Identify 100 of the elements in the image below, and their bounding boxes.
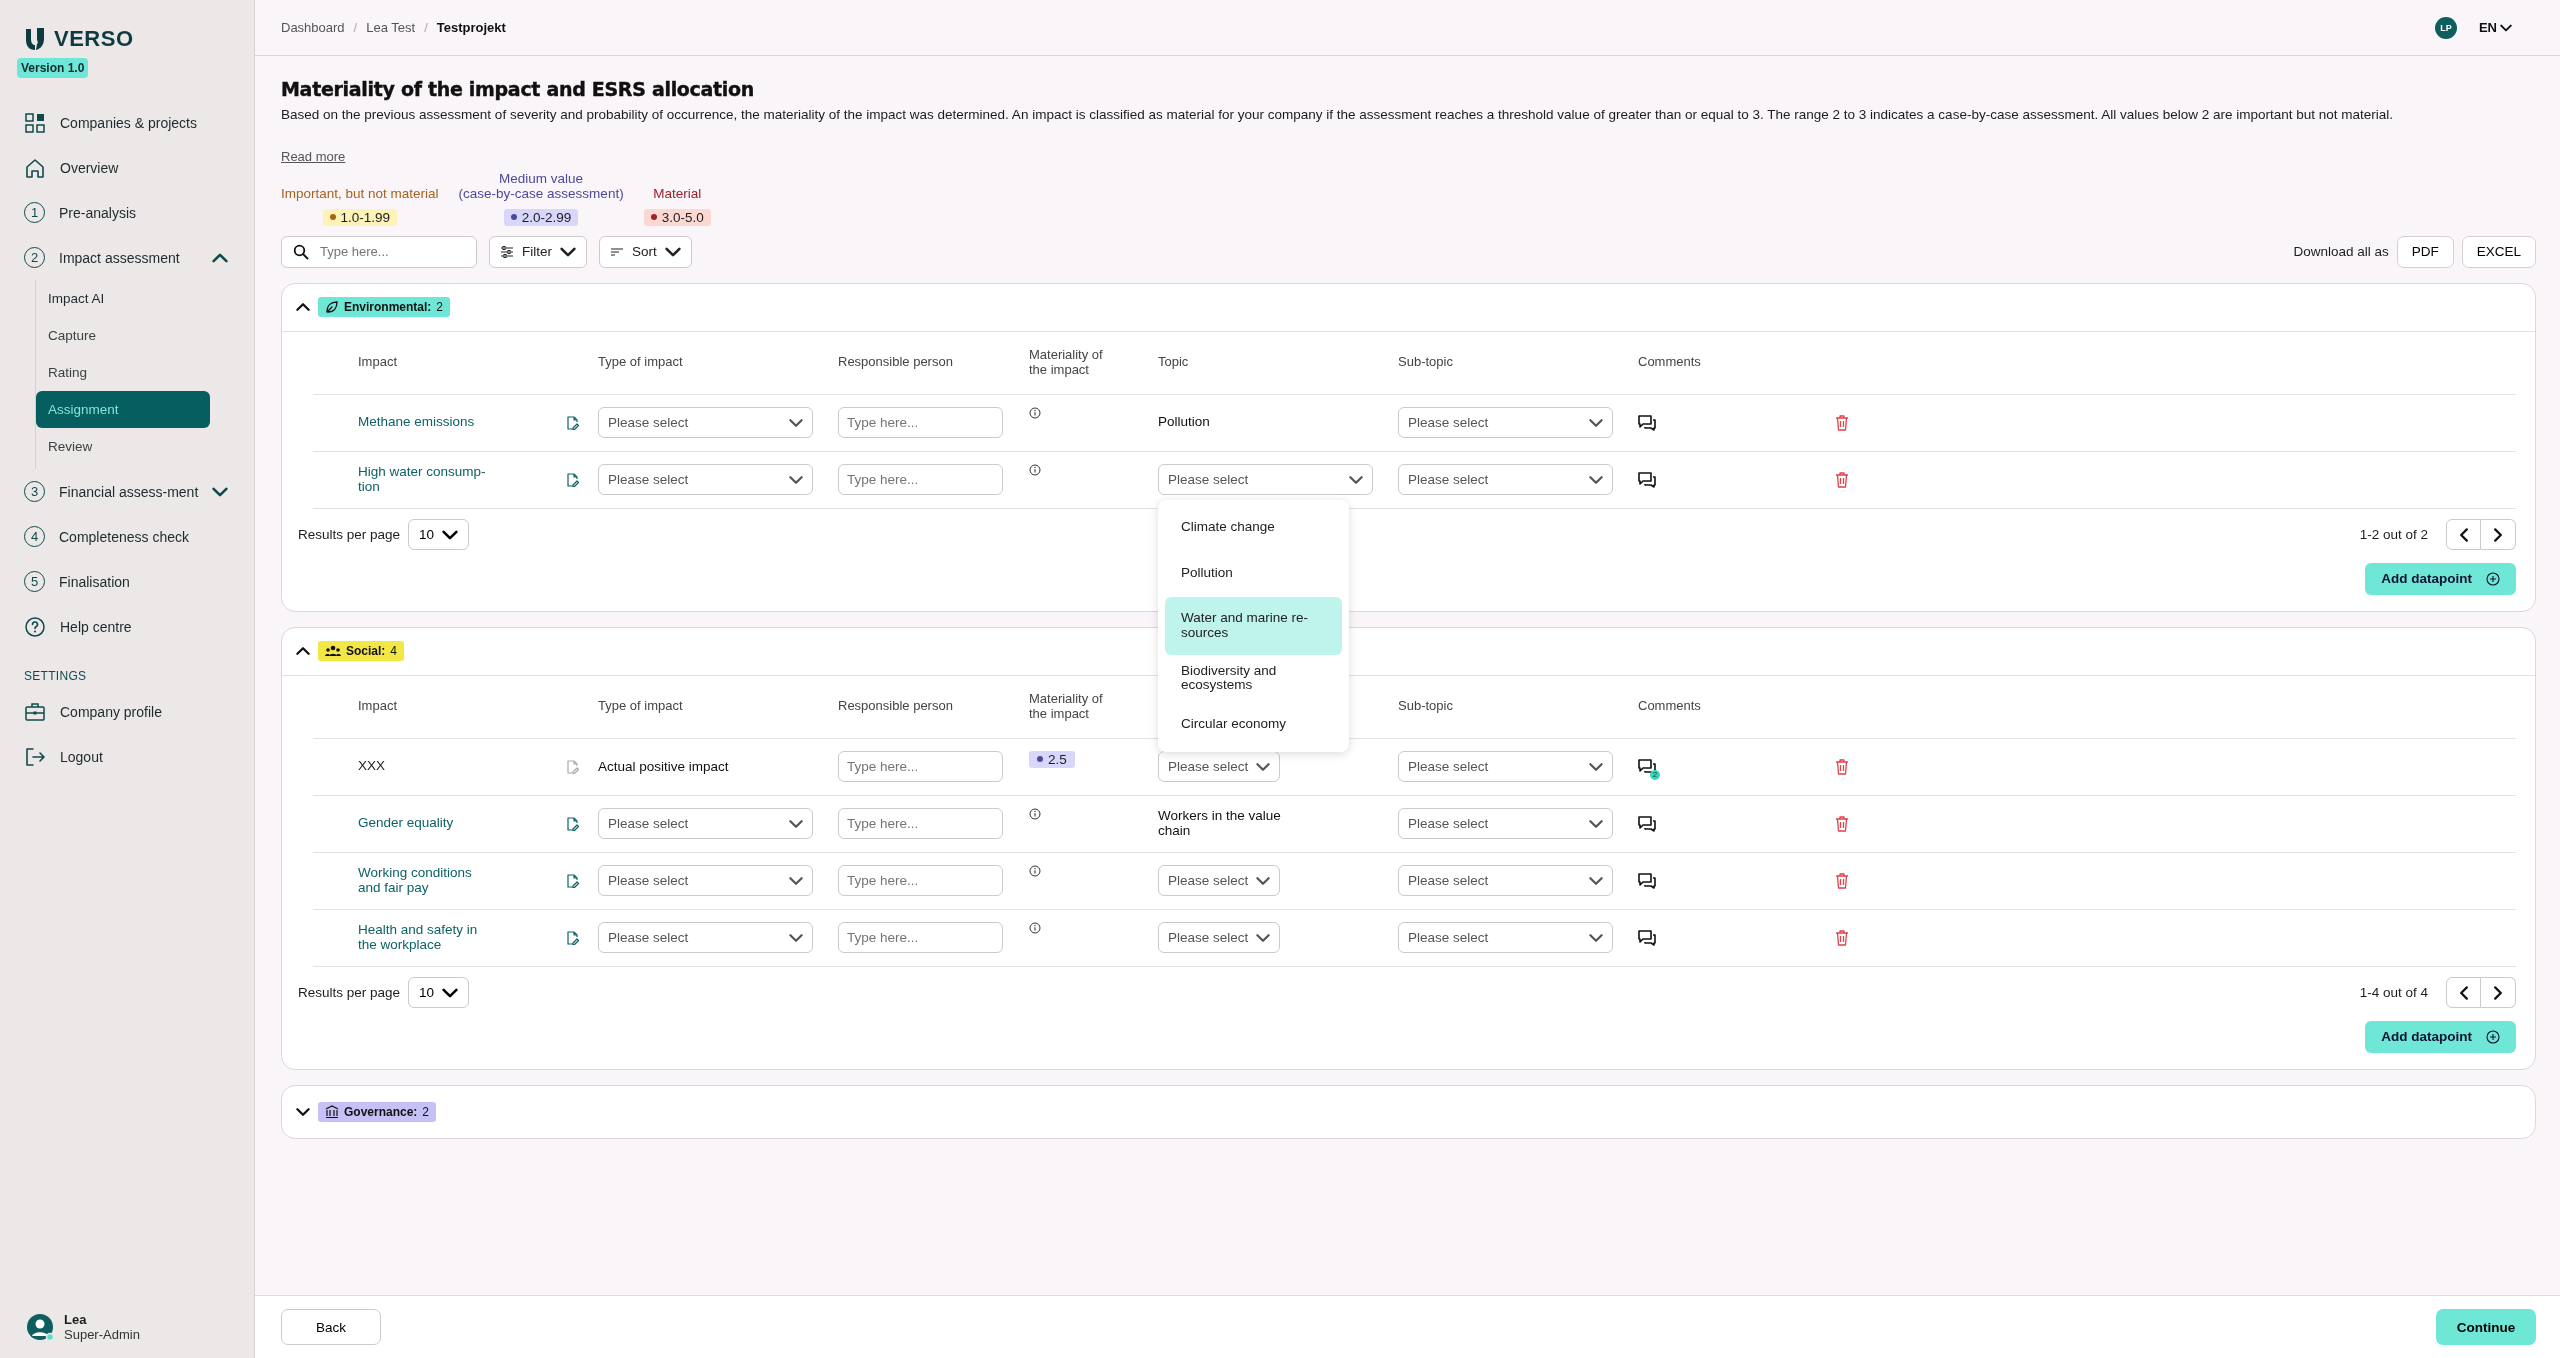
page-title: Materiality of the impact and ESRS allocation — [281, 78, 756, 100]
trash-icon[interactable] — [1835, 758, 1849, 775]
info-icon[interactable] — [1029, 921, 1041, 934]
impact-link[interactable]: Health and safety in the workplace — [358, 923, 498, 952]
document-edit-icon[interactable] — [566, 930, 580, 945]
breadcrumb-separator: / — [424, 20, 428, 35]
nav-item[interactable]: 3 Financial assess-ment — [24, 469, 210, 514]
trash-icon[interactable] — [1835, 471, 1849, 488]
read-more-link[interactable]: Read more — [281, 148, 346, 164]
select-field[interactable]: Please select — [598, 865, 813, 897]
breadcrumb-link[interactable]: Dashboard — [281, 20, 345, 35]
nav-item[interactable]: Capture — [36, 317, 210, 354]
info-icon[interactable] — [1029, 864, 1041, 877]
select-field[interactable]: Please select — [1398, 464, 1613, 496]
select-field[interactable]: Please select — [598, 464, 813, 496]
dropdown-option[interactable]: Climate change — [1165, 504, 1342, 551]
download-label: Download all as — [2293, 244, 2389, 260]
select-field[interactable]: Please select — [1398, 922, 1613, 954]
select-field[interactable]: Please select — [598, 407, 813, 439]
back-button[interactable]: Back — [281, 1309, 381, 1345]
column-header: Impact — [358, 699, 398, 714]
comments-icon[interactable] — [1638, 414, 1656, 431]
language-select[interactable]: EN — [2478, 20, 2512, 35]
nav-item[interactable]: 1 Pre-analysis — [24, 190, 230, 235]
comments-icon[interactable] — [1638, 815, 1656, 832]
nav-item[interactable]: Overview — [24, 145, 230, 190]
text-input[interactable]: Type here... — [838, 751, 1003, 783]
dropdown-option[interactable]: Pollution — [1165, 550, 1342, 597]
previous-page-button[interactable] — [2446, 977, 2481, 1009]
nav-item[interactable]: 5 Finalisation — [24, 559, 230, 604]
trash-icon[interactable] — [1835, 815, 1849, 832]
select-field[interactable]: Please select — [598, 922, 813, 954]
select-field[interactable]: Please select — [1398, 407, 1613, 439]
next-page-button[interactable] — [2481, 977, 2516, 1009]
breadcrumb-link[interactable]: Lea Test — [366, 20, 416, 35]
impact-link[interactable]: High water consump-tion — [358, 465, 498, 494]
download-button[interactable]: PDF — [2396, 235, 2454, 268]
select-field[interactable]: Please select — [1158, 922, 1280, 954]
download-button[interactable]: EXCEL — [2461, 235, 2536, 268]
impact-link[interactable]: Working conditions and fair pay — [358, 866, 498, 895]
select-field[interactable]: Please select — [1398, 865, 1613, 897]
document-edit-icon[interactable] — [566, 472, 580, 487]
text-input[interactable]: Type here... — [838, 407, 1003, 439]
previous-page-button[interactable] — [2446, 519, 2481, 551]
nav-item[interactable]: Logout — [24, 734, 230, 779]
text-input[interactable]: Type here... — [838, 865, 1003, 897]
trash-icon[interactable] — [1835, 929, 1849, 946]
nav-item[interactable]: 4 Completeness check — [24, 514, 230, 559]
trash-icon[interactable] — [1835, 872, 1849, 889]
impact-link[interactable]: Methane emissions — [358, 415, 475, 430]
document-edit-icon[interactable] — [566, 415, 580, 430]
text-input[interactable]: Type here... — [838, 808, 1003, 840]
select-field[interactable]: Please select — [1158, 464, 1373, 496]
impact-type: Actual positive impact — [598, 759, 729, 775]
dropdown-option[interactable]: Biodiversity and ecosystems — [1165, 654, 1342, 701]
search-field[interactable]: Type here... — [281, 235, 477, 268]
logout-icon — [24, 745, 46, 768]
next-page-button[interactable] — [2481, 519, 2516, 551]
select-field[interactable]: Please select — [1398, 808, 1613, 840]
column-header: Type of impact — [598, 355, 684, 370]
add-datapoint-button[interactable]: Add datapoint — [2365, 562, 2516, 595]
document-edit-icon[interactable] — [566, 816, 580, 831]
info-icon[interactable] — [1029, 406, 1041, 419]
sliders-icon — [500, 244, 514, 259]
nav-item[interactable]: Assignment — [36, 391, 210, 428]
dropdown-option[interactable]: Water and marine re-sources — [1165, 596, 1342, 655]
nav-item[interactable]: Impact AI — [36, 280, 210, 317]
nav-item[interactable]: Rating — [36, 354, 210, 391]
nav-item[interactable]: 2 Impact assessment — [24, 235, 210, 280]
text-input[interactable]: Type here... — [838, 922, 1003, 954]
page-size-select[interactable]: 10 — [408, 519, 470, 551]
trash-icon[interactable] — [1835, 414, 1849, 431]
nav-item[interactable]: Companies & projects — [24, 100, 230, 145]
document-edit-icon[interactable] — [566, 873, 580, 888]
select-field[interactable]: Please select — [1398, 751, 1613, 783]
comments-icon[interactable] — [1638, 872, 1656, 889]
info-icon[interactable] — [1029, 807, 1041, 820]
impact-link[interactable]: Gender equality — [358, 816, 454, 831]
nav-item[interactable]: Company profile — [24, 689, 230, 734]
comments-icon[interactable] — [1638, 929, 1656, 946]
nav-item[interactable]: Help centre — [24, 604, 230, 649]
add-datapoint-button[interactable]: Add datapoint — [2365, 1020, 2516, 1053]
info-icon[interactable] — [1029, 463, 1041, 476]
comments-icon[interactable] — [1638, 758, 1656, 775]
people-icon — [325, 644, 341, 659]
select-field[interactable]: Please select — [598, 808, 813, 840]
comments-icon[interactable] — [1638, 471, 1656, 488]
sort-button[interactable]: Sort — [599, 235, 692, 268]
select-field[interactable]: Please select — [1158, 865, 1280, 897]
topic-text: Workers in the value chain — [1158, 809, 1282, 838]
continue-button[interactable]: Continue — [2436, 1309, 2536, 1345]
building-icon — [325, 1104, 339, 1119]
filter-button[interactable]: Filter — [489, 235, 587, 268]
logo-icon — [24, 27, 46, 51]
nav-item[interactable]: Review — [36, 428, 210, 465]
text-input[interactable]: Type here... — [838, 464, 1003, 496]
page-size-select[interactable]: 10 — [408, 977, 470, 1009]
dropdown-option[interactable]: Circular economy — [1165, 700, 1342, 747]
user-avatar[interactable]: LP — [2434, 16, 2457, 39]
select-field[interactable]: Please select — [1158, 751, 1280, 783]
